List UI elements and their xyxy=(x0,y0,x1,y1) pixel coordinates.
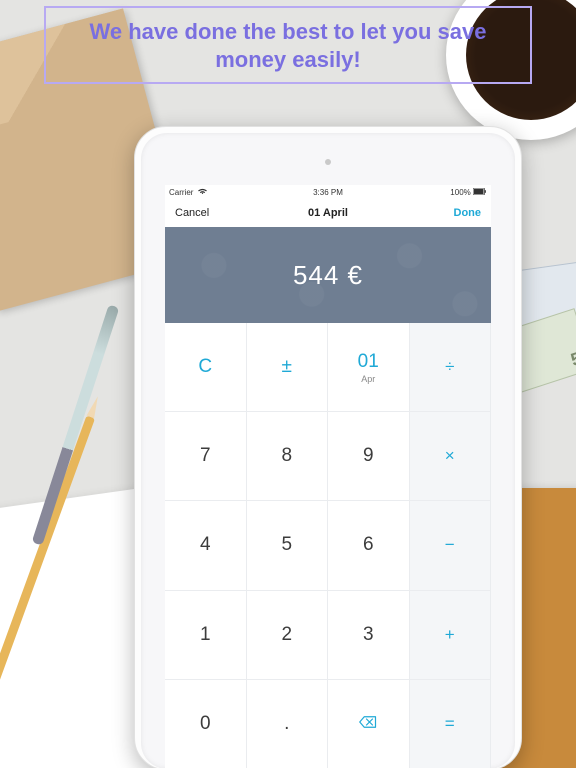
key-multiply[interactable]: × xyxy=(410,412,491,500)
promo-scene: We have done the best to let you save mo… xyxy=(0,0,576,768)
key-7[interactable]: 7 xyxy=(165,412,246,500)
camera-dot xyxy=(325,159,331,165)
key-date[interactable]: 01 Apr xyxy=(328,323,409,411)
app-screen: Carrier 3:36 PM 100% Cancel xyxy=(165,185,491,768)
key-9[interactable]: 9 xyxy=(328,412,409,500)
status-bar: Carrier 3:36 PM 100% xyxy=(165,185,491,199)
key-8[interactable]: 8 xyxy=(247,412,328,500)
key-decimal[interactable]: . xyxy=(247,680,328,768)
amount-value: 544 € xyxy=(293,260,363,291)
key-6[interactable]: 6 xyxy=(328,501,409,589)
key-3[interactable]: 3 xyxy=(328,591,409,679)
key-backspace[interactable] xyxy=(328,680,409,768)
key-date-month: Apr xyxy=(361,374,375,384)
done-button[interactable]: Done xyxy=(454,207,482,219)
key-1[interactable]: 1 xyxy=(165,591,246,679)
nav-bar: Cancel 01 April Done xyxy=(165,199,491,228)
key-4[interactable]: 4 xyxy=(165,501,246,589)
key-date-day: 01 xyxy=(358,351,379,373)
status-time: 3:36 PM xyxy=(165,188,491,197)
backspace-icon xyxy=(359,713,377,735)
amount-display: 544 € xyxy=(165,227,491,323)
nav-title: 01 April xyxy=(165,207,491,219)
key-0[interactable]: 0 xyxy=(165,680,246,768)
key-minus[interactable]: − xyxy=(410,501,491,589)
key-plus[interactable]: + xyxy=(410,591,491,679)
key-equals[interactable]: = xyxy=(410,680,491,768)
key-plusminus[interactable]: ± xyxy=(247,323,328,411)
key-2[interactable]: 2 xyxy=(247,591,328,679)
headline-text: We have done the best to let you save mo… xyxy=(60,18,516,73)
key-5[interactable]: 5 xyxy=(247,501,328,589)
key-clear[interactable]: C xyxy=(165,323,246,411)
key-divide[interactable]: ÷ xyxy=(410,323,491,411)
keypad: C ± 01 Apr ÷ 7 8 9 × 4 5 6 − xyxy=(165,323,491,768)
device-ipad: Carrier 3:36 PM 100% Cancel xyxy=(134,126,522,768)
cancel-button[interactable]: Cancel xyxy=(175,207,209,219)
